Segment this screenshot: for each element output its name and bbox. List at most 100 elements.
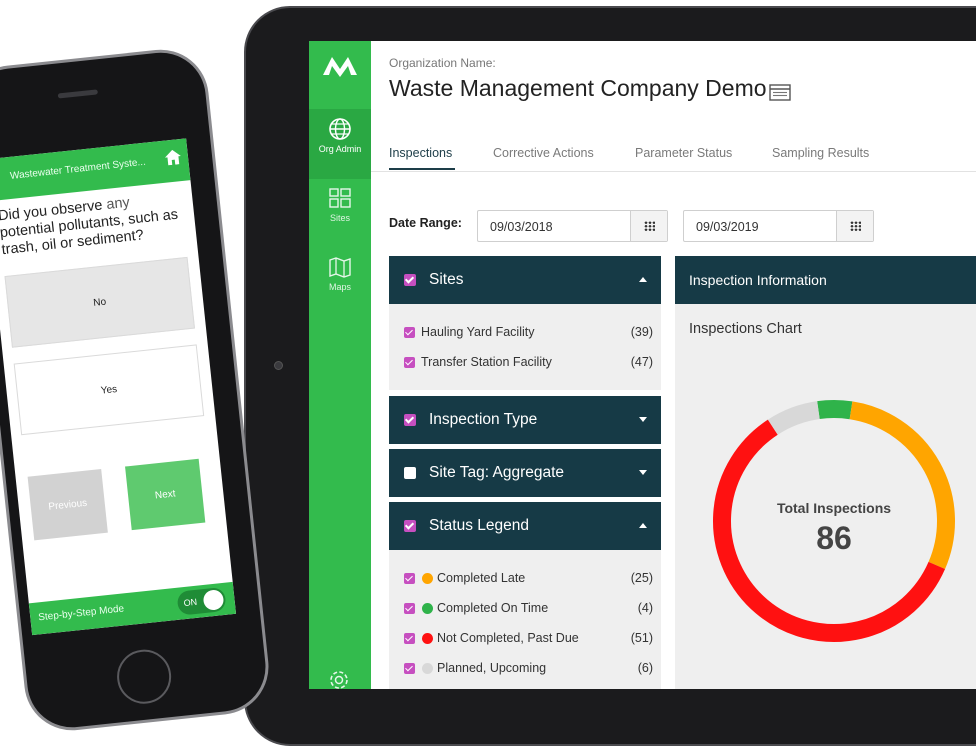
status-legend-title: Status Legend — [429, 517, 529, 534]
sidebar: Org Admin Sites Maps — [309, 41, 371, 689]
active-tab-indicator — [389, 168, 455, 170]
status-label: Completed Late — [437, 571, 526, 585]
chevron-up-icon[interactable] — [639, 523, 647, 528]
site-checkbox[interactable] — [404, 357, 415, 368]
site-tag-panel-header[interactable]: Site Tag: Aggregate — [389, 449, 661, 497]
sidebar-item-sites[interactable]: Sites — [309, 186, 371, 256]
calendar-button[interactable] — [630, 211, 667, 241]
list-item[interactable]: Hauling Yard Facility (39) — [404, 324, 653, 344]
list-item[interactable]: Completed Late (25) — [404, 570, 653, 590]
tab-sampling-results[interactable]: Sampling Results — [772, 146, 869, 160]
previous-button[interactable]: Previous — [27, 469, 108, 541]
date-from-field[interactable]: 09/03/2018 — [477, 210, 668, 242]
phone-footer: Step-by-Step Mode ON — [28, 581, 237, 636]
tab-corrective-actions[interactable]: Corrective Actions — [493, 146, 594, 160]
list-item[interactable]: Completed On Time (4) — [404, 600, 653, 620]
date-from-value: 09/03/2018 — [490, 220, 553, 234]
status-dot — [422, 633, 433, 644]
chevron-up-icon[interactable] — [639, 277, 647, 282]
donut-slice-planned-upcoming[interactable] — [767, 401, 820, 435]
tablet-camera — [274, 361, 283, 370]
question-text: Did you observe any potential pollutants… — [0, 189, 190, 259]
status-checkbox[interactable] — [404, 663, 415, 674]
site-checkbox[interactable] — [404, 327, 415, 338]
sites-checkbox[interactable] — [404, 274, 416, 286]
toggle-label: ON — [183, 596, 198, 609]
date-to-field[interactable]: 09/03/2019 — [683, 210, 874, 242]
app-logo-icon[interactable] — [323, 53, 357, 77]
sites-panel-header[interactable]: Sites — [389, 256, 661, 304]
next-label: Next — [154, 488, 177, 502]
phone-device: Wastewater Treatment Syste... Did you ob… — [0, 45, 274, 735]
phone-screen: Wastewater Treatment Syste... Did you ob… — [0, 138, 237, 636]
status-legend-body: Completed Late (25) Completed On Time (4… — [389, 550, 661, 689]
chart-center-label: Total Inspections — [777, 500, 891, 516]
sidebar-item-org-admin[interactable]: Org Admin — [309, 109, 371, 179]
status-checkbox[interactable] — [404, 603, 415, 614]
status-count: (6) — [637, 661, 653, 675]
step-mode-label: Step-by-Step Mode — [37, 603, 125, 624]
inspection-type-panel-header[interactable]: Inspection Type — [389, 396, 661, 444]
tab-parameter-status[interactable]: Parameter Status — [635, 146, 732, 160]
site-count: (39) — [630, 325, 653, 339]
sites-panel-body: Hauling Yard Facility (39) Transfer Stat… — [389, 304, 661, 390]
org-name: Waste Management Company Demo — [389, 75, 767, 101]
date-to-value: 09/03/2019 — [696, 220, 759, 234]
chevron-down-icon[interactable] — [639, 470, 647, 475]
answer-label: Yes — [100, 383, 118, 397]
inspection-info-header: Inspection Information — [675, 256, 976, 304]
list-item[interactable]: Planned, Upcoming (6) — [404, 660, 653, 680]
status-count: (25) — [630, 571, 653, 585]
donut-slice-completed-late[interactable] — [849, 401, 955, 570]
site-label: Hauling Yard Facility — [421, 325, 535, 339]
phone-speaker — [57, 89, 98, 99]
chevron-left-icon[interactable] — [0, 170, 3, 184]
chart-title: Inspections Chart — [689, 321, 802, 337]
inspection-info-title: Inspection Information — [689, 272, 827, 288]
status-legend-panel-header[interactable]: Status Legend — [389, 502, 661, 550]
list-view-icon[interactable] — [769, 84, 791, 101]
chevron-down-icon[interactable] — [639, 417, 647, 422]
previous-label: Previous — [47, 497, 88, 513]
sites-panel-title: Sites — [429, 271, 464, 288]
status-dot — [422, 573, 433, 584]
sidebar-item-maps[interactable]: Maps — [309, 255, 371, 325]
chart-center-value: 86 — [816, 520, 852, 556]
gear-icon[interactable] — [326, 667, 352, 689]
list-item[interactable]: Transfer Station Facility (47) — [404, 354, 653, 374]
calendar-button[interactable] — [836, 211, 873, 241]
question-highlight: any — [105, 194, 131, 213]
next-button[interactable]: Next — [125, 458, 206, 531]
calendar-icon — [644, 221, 655, 231]
tab-inspections[interactable]: Inspections — [389, 146, 452, 160]
step-mode-toggle[interactable]: ON — [176, 586, 227, 616]
grid-icon — [329, 188, 351, 208]
status-label: Planned, Upcoming — [437, 661, 547, 675]
donut-slice-completed-on-time[interactable] — [817, 400, 853, 420]
status-checkbox[interactable] — [404, 633, 415, 644]
toggle-knob — [202, 589, 225, 612]
org-name-label: Organization Name: — [389, 56, 496, 70]
answer-label: No — [92, 296, 107, 309]
answer-option-no[interactable]: No — [4, 256, 195, 348]
status-label: Completed On Time — [437, 601, 549, 615]
home-icon[interactable] — [164, 149, 181, 166]
site-tag-checkbox[interactable] — [404, 467, 416, 479]
phone-title: Wastewater Treatment Syste... — [9, 156, 147, 182]
inspection-type-title: Inspection Type — [429, 411, 538, 428]
status-legend-checkbox[interactable] — [404, 520, 416, 532]
status-checkbox[interactable] — [404, 573, 415, 584]
site-tag-title: Site Tag: Aggregate — [429, 464, 565, 481]
globe-icon — [329, 118, 351, 140]
list-item[interactable]: Not Completed, Past Due (51) — [404, 630, 653, 650]
calendar-icon — [850, 221, 861, 231]
status-count: (4) — [637, 601, 653, 615]
home-button[interactable] — [114, 647, 174, 707]
site-count: (47) — [630, 355, 653, 369]
inspection-type-checkbox[interactable] — [404, 414, 416, 426]
date-range-label: Date Range: — [389, 216, 462, 230]
status-dot — [422, 603, 433, 614]
tabs-divider — [371, 171, 976, 172]
answer-option-yes[interactable]: Yes — [13, 344, 205, 436]
status-label: Not Completed, Past Due — [437, 631, 579, 645]
